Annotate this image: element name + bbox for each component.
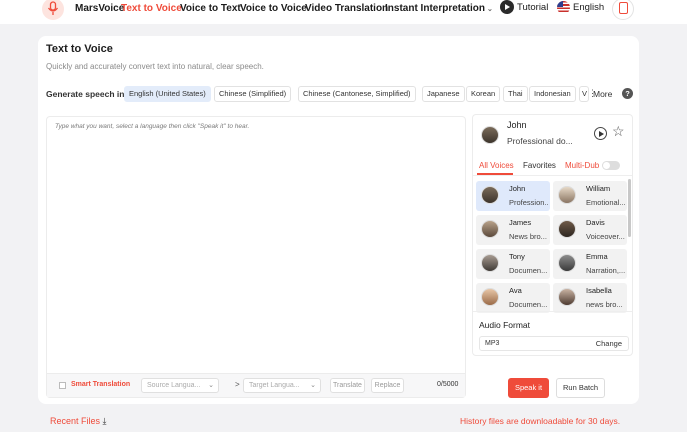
- avatar: [481, 254, 499, 272]
- voice-panel: John Professional do... ☆ All Voices Fav…: [472, 114, 633, 356]
- multi-dub-toggle[interactable]: [602, 161, 620, 170]
- voice-name: James: [509, 218, 532, 227]
- us-flag-icon[interactable]: [557, 1, 570, 14]
- voice-item-tony[interactable]: Tony Documen...: [476, 249, 550, 279]
- voice-name: Emma: [586, 252, 608, 261]
- voice-item-emma[interactable]: Emma Narration,...: [553, 249, 627, 279]
- audio-format-field: MP3 Change: [479, 336, 629, 351]
- character-count: 0/5000: [437, 381, 459, 388]
- lang-chip-english-us[interactable]: English (United States): [124, 86, 211, 102]
- lang-chip-chinese-cantonese[interactable]: Chinese (Cantonese, Simplified): [298, 86, 416, 102]
- replace-button[interactable]: Replace: [371, 378, 404, 393]
- editor-placeholder: Type what you want, select a language th…: [55, 123, 250, 130]
- target-language-select[interactable]: Target Langua... ⌄: [243, 378, 321, 393]
- tab-all-voices[interactable]: All Voices: [479, 161, 514, 170]
- change-format-button[interactable]: Change: [596, 339, 622, 348]
- avatar: [558, 186, 576, 204]
- voice-description: news bro...: [586, 300, 623, 309]
- language-selector[interactable]: English: [573, 2, 604, 13]
- source-language-value: Source Langua...: [147, 382, 201, 389]
- play-circle-icon[interactable]: [500, 0, 514, 14]
- tab-favorites[interactable]: Favorites: [523, 161, 556, 170]
- avatar: [558, 288, 576, 306]
- selected-voice-description: Professional do...: [507, 136, 573, 146]
- lang-chip-thai[interactable]: Thai: [503, 86, 528, 102]
- voice-item-james[interactable]: James News bro...: [476, 215, 550, 245]
- speak-it-button[interactable]: Speak it: [508, 378, 549, 398]
- avatar: [558, 220, 576, 238]
- audio-format-value: MP3: [485, 340, 500, 347]
- avatar: [481, 220, 499, 238]
- voice-name: William: [586, 184, 611, 193]
- voice-description: Profession...: [509, 198, 549, 207]
- tab-divider: [473, 175, 632, 176]
- history-note: History files are downloadable for 30 da…: [460, 416, 621, 426]
- avatar: [481, 186, 499, 204]
- page-subtitle: Quickly and accurately convert text into…: [46, 62, 264, 71]
- download-icon: ⤓: [102, 416, 107, 426]
- generate-speech-label: Generate speech in: [46, 89, 125, 99]
- nav-voice-to-voice[interactable]: Voice to Voice: [240, 3, 307, 14]
- editor-toolbar: Smart Translation Source Langua... ⌄ > T…: [47, 373, 465, 397]
- voice-name: John: [509, 184, 526, 193]
- arrow-right-icon: >: [235, 380, 240, 389]
- voice-description: Voiceover...: [586, 232, 625, 241]
- audio-format-label: Audio Format: [479, 320, 531, 330]
- format-divider: [473, 311, 632, 312]
- more-languages-button[interactable]: More: [593, 89, 612, 99]
- voice-item-william[interactable]: William Emotional...: [553, 181, 627, 211]
- smart-translation-checkbox[interactable]: [59, 382, 66, 389]
- translate-button[interactable]: Translate: [330, 378, 365, 393]
- voice-item-davis[interactable]: Davis Voiceover...: [553, 215, 627, 245]
- recent-files-label: Recent Files: [50, 416, 101, 426]
- lang-chip-korean[interactable]: Korean: [466, 86, 501, 102]
- avatar: [481, 126, 499, 144]
- voice-item-john[interactable]: John Profession...: [476, 181, 550, 211]
- voice-description: Narration,...: [586, 266, 626, 275]
- text-to-voice-card: Text to Voice Quickly and accurately con…: [38, 36, 639, 404]
- tutorial-link[interactable]: Tutorial: [517, 2, 548, 13]
- page-title: Text to Voice: [46, 43, 113, 55]
- run-batch-button[interactable]: Run Batch: [556, 378, 605, 398]
- voice-name: Isabella: [586, 286, 612, 295]
- voice-description: Documen...: [509, 300, 548, 309]
- chevron-down-icon: ⌄: [487, 6, 493, 13]
- text-editor[interactable]: Type what you want, select a language th…: [46, 116, 466, 398]
- star-icon[interactable]: ☆: [612, 123, 625, 140]
- brand-name[interactable]: MarsVoice: [75, 3, 124, 14]
- nav-instant-interpretation-label: Instant Interpretation: [385, 3, 486, 14]
- chevron-down-icon: ⌄: [310, 382, 316, 389]
- chevron-down-icon: ⌄: [208, 382, 214, 389]
- nav-voice-to-text[interactable]: Voice to Text: [180, 3, 241, 14]
- avatar: [558, 254, 576, 272]
- nav-text-to-voice[interactable]: Text to Voice: [121, 3, 182, 14]
- lang-chip-indonesian[interactable]: Indonesian: [529, 86, 576, 102]
- voice-item-isabella[interactable]: Isabella news bro...: [553, 283, 627, 313]
- lang-chip-japanese[interactable]: Japanese: [422, 86, 465, 102]
- tab-multi-dub[interactable]: Multi-Dub: [565, 161, 599, 170]
- user-icon[interactable]: [612, 0, 634, 20]
- smart-translation-label: Smart Translation: [71, 381, 131, 388]
- voice-name: Davis: [586, 218, 605, 227]
- voice-description: Documen...: [509, 266, 548, 275]
- recent-files-link[interactable]: Recent Files ⤓: [50, 416, 107, 427]
- voice-description: Emotional...: [586, 198, 626, 207]
- target-language-value: Target Langua...: [249, 382, 300, 389]
- top-navigation: MarsVoice Text to Voice Voice to Text Vo…: [0, 0, 687, 24]
- nav-video-translation[interactable]: Video Translation: [305, 3, 388, 14]
- voice-list-scrollbar[interactable]: [628, 179, 631, 237]
- lang-chip-chinese-simplified[interactable]: Chinese (Simplified): [214, 86, 292, 102]
- selected-voice-name: John: [507, 120, 527, 130]
- mic-logo-icon[interactable]: [42, 0, 64, 20]
- voice-name: Ava: [509, 286, 522, 295]
- selected-voice: John Professional do... ☆: [473, 115, 632, 155]
- voice-description: News bro...: [509, 232, 547, 241]
- source-language-select[interactable]: Source Langua... ⌄: [141, 378, 219, 393]
- help-icon[interactable]: ?: [622, 88, 633, 99]
- voice-name: Tony: [509, 252, 525, 261]
- voice-item-ava[interactable]: Ava Documen...: [476, 283, 550, 313]
- avatar: [481, 288, 499, 306]
- play-preview-icon[interactable]: [594, 127, 607, 140]
- nav-instant-interpretation[interactable]: Instant Interpretation ⌄: [385, 3, 493, 14]
